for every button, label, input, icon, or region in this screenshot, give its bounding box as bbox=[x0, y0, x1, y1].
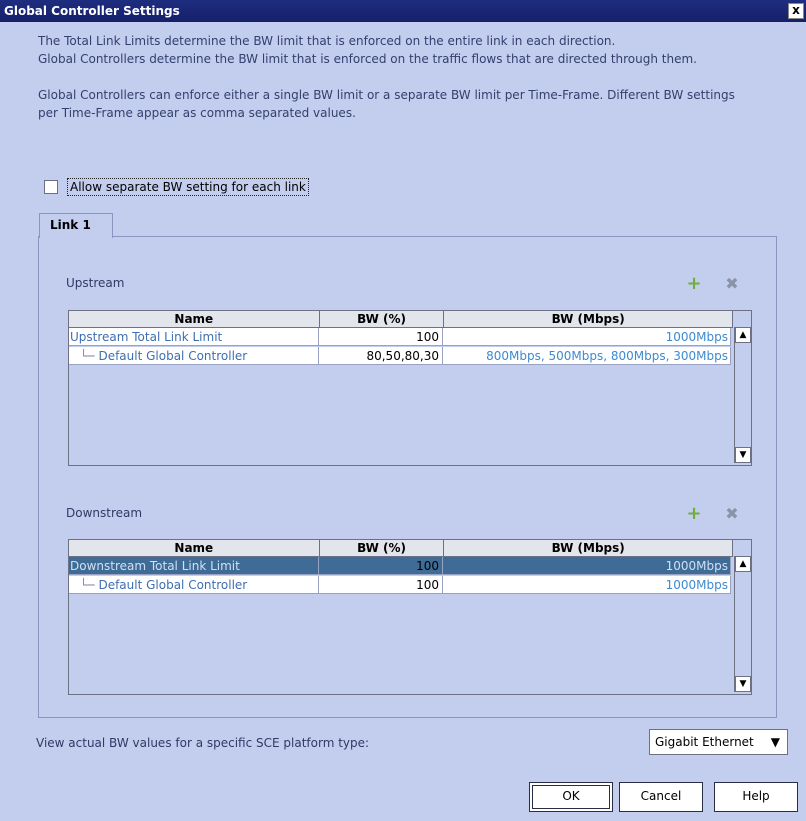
scroll-down-icon[interactable]: ▼ bbox=[735, 447, 751, 463]
close-icon[interactable]: x bbox=[788, 3, 804, 19]
chevron-down-icon[interactable]: ▼ bbox=[771, 735, 780, 749]
scroll-up-icon[interactable]: ▲ bbox=[735, 327, 751, 343]
upstream-table: Name BW (%) BW (Mbps) Upstream Total Lin… bbox=[68, 310, 752, 466]
upstream-label: Upstream bbox=[66, 276, 125, 290]
row-bw-mbps: 800Mbps, 500Mbps, 800Mbps, 300Mbps bbox=[443, 347, 731, 365]
vertical-scrollbar[interactable]: ▲ ▼ bbox=[734, 556, 751, 692]
global-controller-settings-dialog: Global Controller Settings x The Total L… bbox=[0, 0, 806, 821]
table-row[interactable]: └─ Default Global Controller 80,50,80,30 … bbox=[69, 347, 733, 365]
col-bw-percent[interactable]: BW (%) bbox=[320, 540, 445, 556]
description: The Total Link Limits determine the BW l… bbox=[38, 32, 778, 122]
table-header: Name BW (%) BW (Mbps) bbox=[69, 540, 733, 557]
checkbox-label[interactable]: Allow separate BW setting for each link bbox=[67, 178, 309, 196]
row-name: Default Global Controller bbox=[98, 578, 248, 592]
table-header: Name BW (%) BW (Mbps) bbox=[69, 311, 733, 328]
row-name: Downstream Total Link Limit bbox=[69, 557, 319, 575]
row-bw-mbps: 1000Mbps bbox=[443, 557, 731, 575]
table-row[interactable]: Downstream Total Link Limit 100 1000Mbps bbox=[69, 557, 733, 575]
title-bar: Global Controller Settings x bbox=[0, 0, 806, 22]
tree-connector-icon: └─ bbox=[80, 349, 95, 363]
table-row[interactable]: Upstream Total Link Limit 100 1000Mbps bbox=[69, 328, 733, 346]
scroll-down-icon[interactable]: ▼ bbox=[735, 676, 751, 692]
row-bw-percent[interactable]: 100 bbox=[319, 328, 443, 346]
row-name-cell: └─ Default Global Controller bbox=[69, 347, 319, 365]
col-name[interactable]: Name bbox=[69, 540, 320, 556]
col-name[interactable]: Name bbox=[69, 311, 320, 327]
tab-label: Link 1 bbox=[50, 218, 91, 232]
description-line: Global Controllers determine the BW limi… bbox=[38, 52, 697, 66]
platform-type-label: View actual BW values for a specific SCE… bbox=[36, 736, 370, 750]
row-bw-percent[interactable]: 80,50,80,30 bbox=[319, 347, 443, 365]
vertical-scrollbar[interactable]: ▲ ▼ bbox=[734, 327, 751, 463]
tab-link-1[interactable]: Link 1 bbox=[39, 213, 113, 238]
col-bw-mbps[interactable]: BW (Mbps) bbox=[444, 540, 733, 556]
row-bw-percent[interactable]: 100 bbox=[319, 576, 443, 594]
scroll-up-icon[interactable]: ▲ bbox=[735, 556, 751, 572]
col-bw-mbps[interactable]: BW (Mbps) bbox=[444, 311, 733, 327]
platform-type-value: Gigabit Ethernet bbox=[655, 735, 754, 749]
row-bw-mbps: 1000Mbps bbox=[443, 576, 731, 594]
separate-bw-checkbox[interactable]: Allow separate BW setting for each link bbox=[44, 178, 309, 196]
help-button[interactable]: Help bbox=[714, 782, 798, 812]
ok-button[interactable]: OK bbox=[529, 782, 613, 812]
description-line: per Time-Frame appear as comma separated… bbox=[38, 106, 356, 120]
description-line: The Total Link Limits determine the BW l… bbox=[38, 34, 616, 48]
table-row[interactable]: └─ Default Global Controller 100 1000Mbps bbox=[69, 576, 733, 594]
add-downstream-plus-icon[interactable]: + bbox=[686, 505, 702, 523]
row-bw-percent[interactable]: 100 bbox=[319, 557, 443, 575]
row-bw-mbps: 1000Mbps bbox=[443, 328, 731, 346]
checkbox-box[interactable] bbox=[44, 180, 58, 194]
delete-downstream-x-icon[interactable]: ✖ bbox=[724, 506, 740, 522]
row-name: Default Global Controller bbox=[98, 349, 248, 363]
cancel-button[interactable]: Cancel bbox=[619, 782, 703, 812]
row-name: Upstream Total Link Limit bbox=[69, 328, 319, 346]
dialog-title: Global Controller Settings bbox=[4, 4, 180, 18]
downstream-label: Downstream bbox=[66, 506, 143, 520]
description-line: Global Controllers can enforce either a … bbox=[38, 88, 735, 102]
add-upstream-plus-icon[interactable]: + bbox=[686, 275, 702, 293]
delete-upstream-x-icon[interactable]: ✖ bbox=[724, 276, 740, 292]
col-bw-percent[interactable]: BW (%) bbox=[320, 311, 445, 327]
downstream-table: Name BW (%) BW (Mbps) Downstream Total L… bbox=[68, 539, 752, 695]
row-name-cell: └─ Default Global Controller bbox=[69, 576, 319, 594]
platform-type-select[interactable]: Gigabit Ethernet ▼ bbox=[649, 729, 788, 755]
tree-connector-icon: └─ bbox=[80, 578, 95, 592]
